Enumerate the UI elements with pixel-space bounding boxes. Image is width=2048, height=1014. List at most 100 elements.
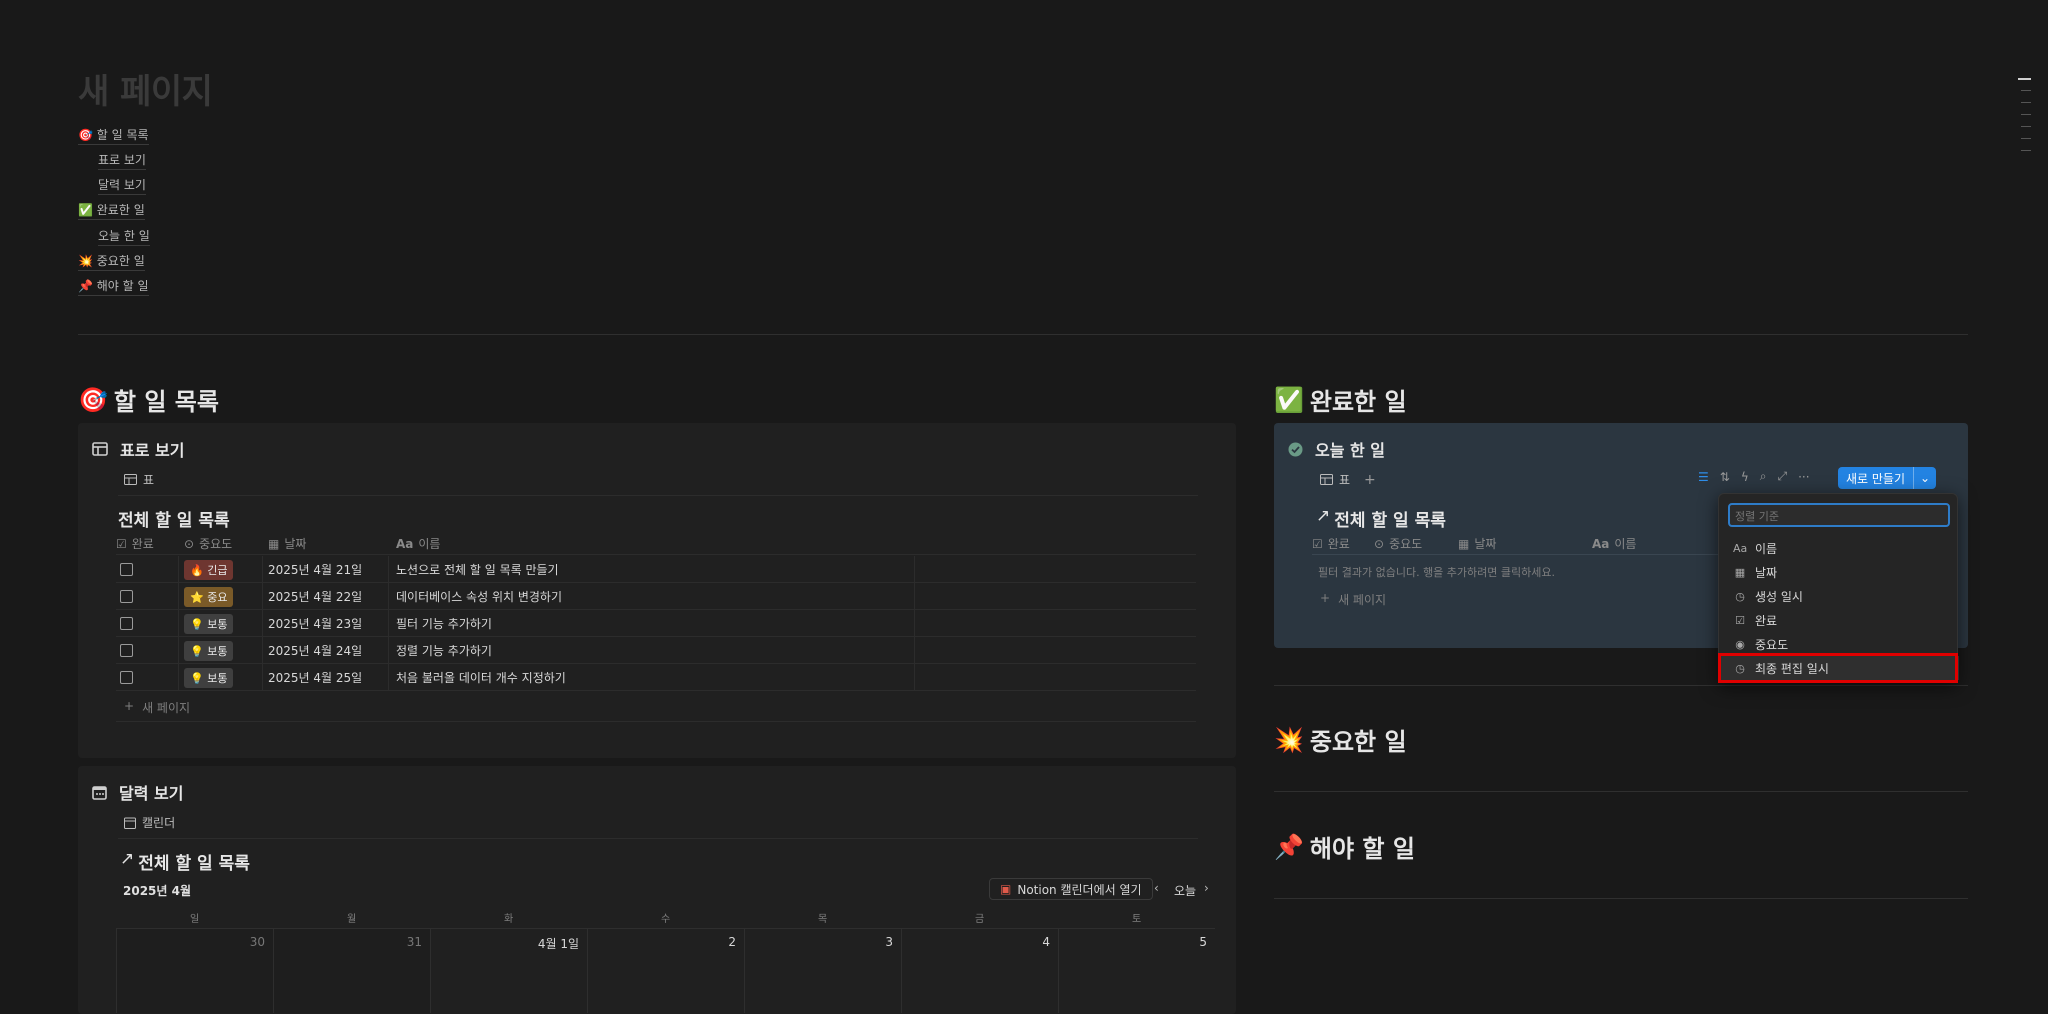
importance-tag[interactable]: 🔥 긴급: [184, 559, 234, 580]
name-cell[interactable]: 데이터베이스 속성 위치 변경하기: [396, 583, 562, 610]
toc-item-table-view[interactable]: 표로 보기: [98, 151, 146, 170]
chevron-down-icon[interactable]: ⌄: [1913, 467, 1936, 489]
calendar-view-block: 달력 보기 캘린더 ↗ 전체 할 일 목록 2025년 4월 ▣ Notion 캘린…: [78, 766, 1236, 1014]
toc-item-calendar-view[interactable]: 달력 보기: [98, 176, 146, 195]
section-divider: [1274, 685, 1968, 686]
column-header-importance[interactable]: ⊙ 중요도: [184, 535, 232, 552]
sort-search-input[interactable]: [1730, 506, 1948, 527]
calendar-day-cell[interactable]: 3: [744, 928, 901, 1013]
name-cell[interactable]: 필터 기능 추가하기: [396, 610, 492, 637]
calendar-month: 2025년 4월: [123, 884, 192, 898]
select-property-icon: ◉: [1735, 637, 1745, 651]
heading-todo-list: 🎯 할 일 목록: [78, 385, 219, 417]
table-row[interactable]: 💡 보통 2025년 4월 24일 정렬 기능 추가하기: [116, 637, 1196, 664]
heading-done: ✅ 완료한 일: [1274, 385, 1407, 417]
calendar-week-row: 30 31 4월 1일 2 3 4 5: [116, 928, 1216, 1014]
weekday-label: 수: [661, 914, 671, 925]
table-row[interactable]: ⭐ 중요 2025년 4월 22일 데이터베이스 속성 위치 변경하기: [116, 583, 1196, 610]
highlight-box: [1718, 653, 1958, 683]
date-cell[interactable]: 2025년 4월 24일: [268, 637, 362, 664]
sort-option-name[interactable]: Aa 이름: [1719, 536, 1959, 560]
calendar-day-cell[interactable]: 31: [273, 928, 430, 1013]
name-cell[interactable]: 노션으로 전체 할 일 목록 만들기: [396, 556, 559, 583]
today-button[interactable]: 오늘: [1174, 882, 1196, 899]
date-cell[interactable]: 2025년 4월 23일: [268, 610, 362, 637]
add-view-plus-icon[interactable]: +: [1364, 472, 1376, 488]
new-page-button[interactable]: + 새 페이지: [124, 699, 190, 716]
calendar-day-cell[interactable]: 5: [1058, 928, 1215, 1013]
page-title[interactable]: 새 페이지: [78, 64, 213, 113]
column-header-done[interactable]: ☑ 완료: [116, 535, 154, 552]
importance-tag[interactable]: 💡 보통: [184, 640, 234, 661]
column-header-importance[interactable]: ⊙ 중요도: [1374, 535, 1422, 552]
weekday-label: 화: [504, 914, 514, 925]
name-cell[interactable]: 처음 불러올 데이터 개수 지정하기: [396, 664, 566, 691]
table-row[interactable]: 💡 보통 2025년 4월 23일 필터 기능 추가하기: [116, 610, 1196, 637]
chevron-right-icon[interactable]: ›: [1204, 881, 1209, 895]
lightning-icon[interactable]: ϟ: [1741, 470, 1749, 484]
weekday-label: 일: [190, 914, 200, 925]
calendar-day-cell[interactable]: 4월 1일: [430, 928, 587, 1013]
done-checkbox[interactable]: [120, 644, 133, 657]
calendar-day-cell[interactable]: 2: [587, 928, 744, 1013]
expand-icon[interactable]: ⤢: [1777, 469, 1787, 484]
table-icon: [92, 442, 108, 456]
importance-tag[interactable]: ⭐ 중요: [184, 586, 234, 607]
check-circle-icon: [1288, 442, 1303, 456]
column-header-name[interactable]: Aa 이름: [396, 535, 440, 552]
sort-option-done[interactable]: ☑ 완료: [1719, 608, 1959, 632]
importance-tag[interactable]: 💡 보통: [184, 667, 234, 688]
column-header-name[interactable]: Aa 이름: [1592, 535, 1636, 552]
view-tab-calendar[interactable]: 캘린더: [124, 814, 175, 831]
toc-item-done[interactable]: ✅ 완료한 일: [78, 201, 145, 220]
open-notion-calendar-button[interactable]: ▣ Notion 캘린더에서 열기: [989, 878, 1153, 900]
view-tab-table[interactable]: 표: [124, 471, 154, 488]
checkbox-property-icon: ☑: [116, 536, 127, 551]
name-cell[interactable]: 정렬 기능 추가하기: [396, 637, 492, 664]
done-checkbox[interactable]: [120, 617, 133, 630]
calendar-property-icon: ▦: [1734, 565, 1746, 579]
view-tab-table[interactable]: 표 +: [1320, 471, 1376, 488]
column-header-date[interactable]: ▦ 날짜: [1458, 535, 1496, 552]
page-outline-minimap[interactable]: [2018, 78, 2031, 151]
done-checkbox[interactable]: [120, 563, 133, 576]
linked-database-title[interactable]: ↗ 전체 할 일 목록: [1316, 506, 1446, 531]
table-header-row: ☑ 완료 ⊙ 중요도 ▦ 날짜 Aa 이름: [116, 529, 1196, 555]
new-button[interactable]: 새로 만들기 ⌄: [1838, 467, 1937, 489]
table-row[interactable]: 💡 보통 2025년 4월 25일 처음 불러올 데이터 개수 지정하기: [116, 664, 1196, 691]
sort-option-date[interactable]: ▦ 날짜: [1719, 560, 1959, 584]
empty-filter-message[interactable]: 필터 결과가 없습니다. 행을 추가하려면 클릭하세요.: [1318, 564, 1555, 580]
done-checkbox[interactable]: [120, 671, 133, 684]
search-icon[interactable]: ⌕: [1760, 469, 1767, 484]
database-title[interactable]: 전체 할 일 목록: [118, 506, 230, 531]
calendar-property-icon: ▦: [268, 536, 280, 551]
weekday-label: 월: [347, 914, 357, 925]
toc-item-todo-list[interactable]: 🎯 할 일 목록: [78, 126, 149, 145]
column-header-done[interactable]: ☑ 완료: [1312, 535, 1350, 552]
linked-database-title[interactable]: ↗ 전체 할 일 목록: [120, 849, 250, 874]
sort-icon[interactable]: ⇅: [1720, 470, 1730, 484]
done-checkbox[interactable]: [120, 590, 133, 603]
arrow-up-right-icon: ↗: [120, 849, 135, 869]
today-done-view-title[interactable]: 오늘 한 일: [1288, 437, 1385, 461]
date-cell[interactable]: 2025년 4월 22일: [268, 583, 362, 610]
table-view-title[interactable]: 표로 보기: [92, 437, 184, 461]
calendar-day-cell[interactable]: 30: [116, 928, 273, 1013]
sort-option-created-time[interactable]: ◷ 생성 일시: [1719, 584, 1959, 608]
toc-item-important[interactable]: 💥 중요한 일: [78, 252, 145, 271]
heading-must-do: 📌 해야 할 일: [1274, 832, 1415, 864]
calendar-view-title[interactable]: 달력 보기: [92, 780, 183, 804]
calendar-day-cell[interactable]: 4: [901, 928, 1058, 1013]
text-property-icon: Aa: [1733, 541, 1748, 555]
date-cell[interactable]: 2025년 4월 25일: [268, 664, 362, 691]
more-options-icon[interactable]: ···: [1798, 470, 1809, 484]
table-row[interactable]: 🔥 긴급 2025년 4월 21일 노션으로 전체 할 일 목록 만들기: [116, 556, 1196, 583]
importance-tag[interactable]: 💡 보통: [184, 613, 234, 634]
date-cell[interactable]: 2025년 4월 21일: [268, 556, 362, 583]
column-header-date[interactable]: ▦ 날짜: [268, 535, 306, 552]
filter-icon[interactable]: ☰: [1698, 470, 1709, 484]
toc-item-must-do[interactable]: 📌 해야 할 일: [78, 277, 149, 296]
toc-item-today-done[interactable]: 오늘 한 일: [98, 227, 150, 246]
chevron-left-icon[interactable]: ‹: [1154, 881, 1159, 895]
new-page-button[interactable]: + 새 페이지: [1320, 591, 1386, 608]
